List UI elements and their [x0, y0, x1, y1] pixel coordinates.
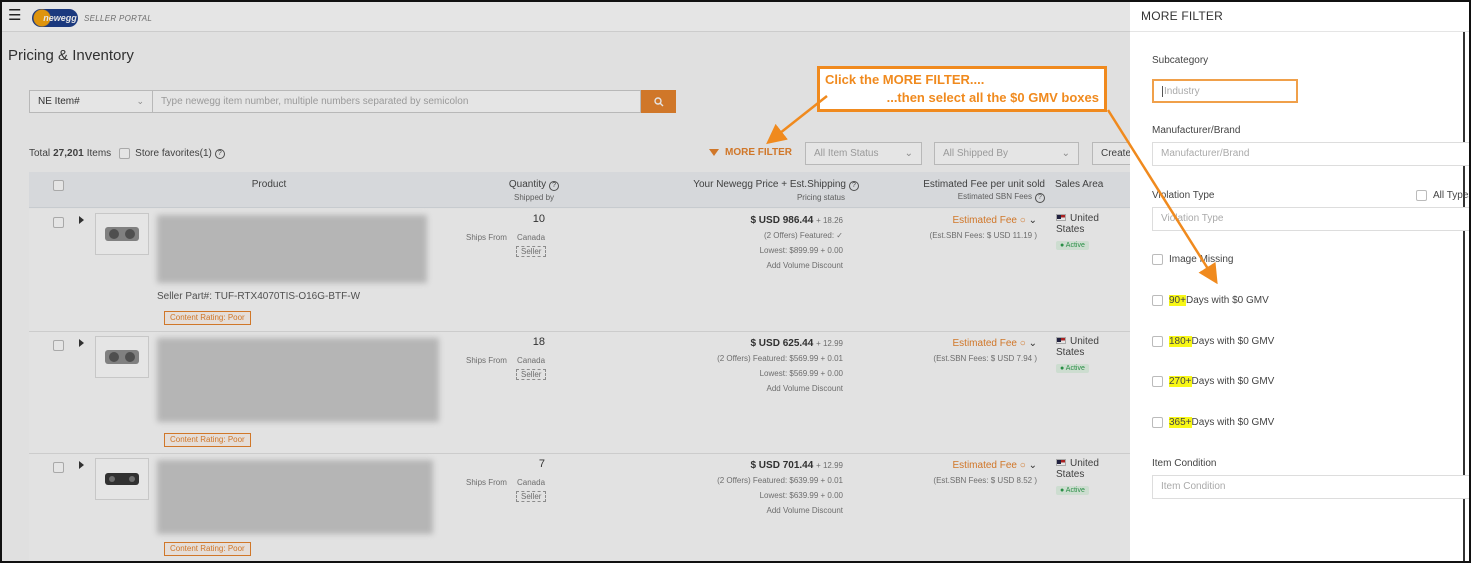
all-types-option[interactable]: All Types [1416, 190, 1471, 201]
gmv-365-label: Days with $0 GMV [1191, 417, 1275, 428]
all-types-checkbox[interactable] [1416, 190, 1427, 201]
item-condition-input[interactable]: Item Condition [1152, 475, 1469, 499]
screenshot-frame: ☰ newegg SELLER PORTAL Pricing & Invento… [0, 0, 1471, 563]
gmv-180-checkbox[interactable] [1152, 336, 1163, 347]
text-caret [1162, 86, 1163, 97]
gmv-365-highlight: 365+ [1169, 417, 1192, 428]
gmv-90-label: Days with $0 GMV [1185, 295, 1269, 306]
manufacturer-input[interactable]: Manufacturer/Brand [1152, 142, 1469, 166]
gmv-90-highlight: 90+ [1169, 295, 1186, 306]
gmv-270-option[interactable]: 270+ Days with $0 GMV [1152, 376, 1274, 387]
gmv-270-label: Days with $0 GMV [1191, 376, 1275, 387]
more-filter-panel: MORE FILTER Subcategory Industry Manufac… [1130, 2, 1471, 561]
callout-line-2: ...then select all the $0 GMV boxes [886, 90, 1099, 105]
subcategory-input[interactable]: Industry [1152, 79, 1298, 103]
gmv-365-checkbox[interactable] [1152, 417, 1163, 428]
violation-type-label: Violation Type [1152, 190, 1215, 201]
gmv-180-highlight: 180+ [1169, 336, 1192, 347]
subcategory-placeholder: Industry [1164, 86, 1200, 98]
image-missing-checkbox[interactable] [1152, 254, 1163, 265]
gmv-365-option[interactable]: 365+ Days with $0 GMV [1152, 417, 1274, 428]
manufacturer-label: Manufacturer/Brand [1152, 125, 1241, 136]
item-condition-label: Item Condition [1152, 458, 1217, 469]
gmv-90-option[interactable]: 90+ Days with $0 GMV [1152, 295, 1269, 306]
gmv-270-checkbox[interactable] [1152, 376, 1163, 387]
instruction-callout: Click the MORE FILTER.... ...then select… [817, 66, 1107, 112]
image-missing-label: Image Missing [1169, 254, 1234, 265]
image-missing-option[interactable]: Image Missing [1152, 254, 1233, 265]
gmv-180-label: Days with $0 GMV [1191, 336, 1275, 347]
gmv-270-highlight: 270+ [1169, 376, 1192, 387]
all-types-label: All Types [1433, 190, 1471, 201]
gmv-180-option[interactable]: 180+ Days with $0 GMV [1152, 336, 1274, 347]
gmv-90-checkbox[interactable] [1152, 295, 1163, 306]
callout-line-1: Click the MORE FILTER.... [825, 72, 985, 87]
panel-title: MORE FILTER [1130, 2, 1469, 32]
violation-type-input[interactable]: Violation Type [1152, 207, 1469, 231]
subcategory-label: Subcategory [1152, 55, 1209, 66]
